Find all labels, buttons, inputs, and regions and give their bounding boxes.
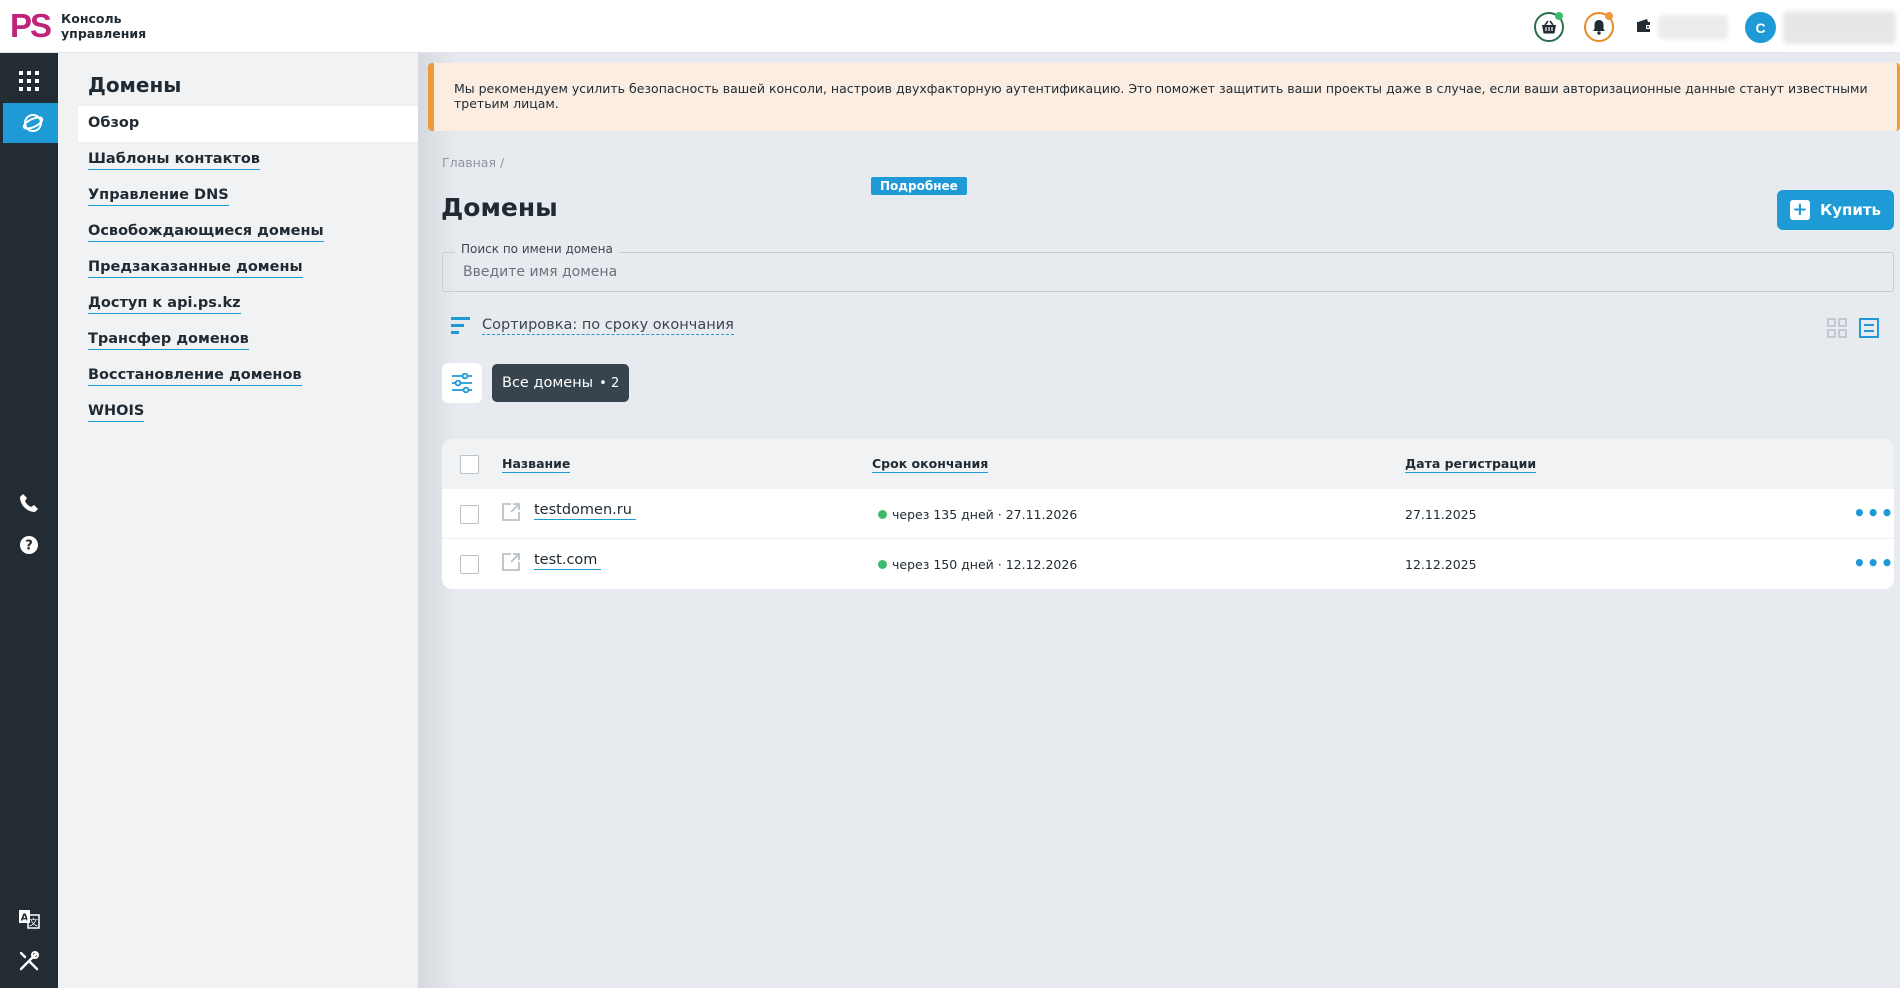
buy-button-label: Купить xyxy=(1819,201,1882,219)
left-rail: ? A文 xyxy=(0,53,62,988)
tools-icon[interactable] xyxy=(0,941,58,981)
expiry-text: через 150 дней · 12.12.2026 xyxy=(892,557,1078,572)
sort-icon xyxy=(451,317,470,334)
grid-view-icon[interactable] xyxy=(1827,318,1847,338)
svg-text:?: ? xyxy=(25,539,33,554)
more-icon[interactable]: ••• xyxy=(1853,551,1894,575)
sidebar-item-contact-templates[interactable]: Шаблоны контактов xyxy=(78,142,418,178)
sort-label: Сортировка: по сроку окончания xyxy=(482,317,734,335)
sidebar-item-label: Доступ к api.ps.kz xyxy=(88,295,241,314)
filter-chip-label: Все домены xyxy=(502,375,594,391)
domain-name-link[interactable]: test.com xyxy=(534,552,602,570)
apps-grid-icon[interactable] xyxy=(0,61,58,101)
account-name-blurred[interactable] xyxy=(1783,11,1896,44)
logo-text-line1: Консоль xyxy=(61,11,122,26)
sidebar-item-restore[interactable]: Восстановление доменов xyxy=(78,358,418,394)
external-link-icon[interactable] xyxy=(501,502,521,522)
buy-button[interactable]: + Купить xyxy=(1777,190,1894,230)
top-bar: PS Консоль управления С xyxy=(0,0,1900,53)
balance-blurred xyxy=(1658,15,1728,39)
sidebar-item-label: Освобождающиеся домены xyxy=(88,223,324,242)
row-checkbox[interactable] xyxy=(460,555,479,574)
expiry-text: через 135 дней · 27.11.2026 xyxy=(892,507,1078,522)
list-view-icon[interactable] xyxy=(1859,318,1879,338)
filter-chip-all-domains[interactable]: Все домены • 2 xyxy=(492,364,630,402)
sort-control[interactable]: Сортировка: по сроку окончания xyxy=(451,317,734,335)
expiry-cell: через 135 дней · 27.11.2026 xyxy=(878,507,1077,522)
search-field: Поиск по имени домена xyxy=(442,242,1894,292)
sidebar-menu: Обзор Шаблоны контактов Управление DNS О… xyxy=(78,106,418,430)
select-all-checkbox[interactable] xyxy=(460,455,479,474)
sidebar-item-label: Трансфер доменов xyxy=(88,331,249,350)
sidebar-item-expiring-domains[interactable]: Освобождающиеся домены xyxy=(78,214,418,250)
plus-icon: + xyxy=(1789,200,1810,220)
alert-text: Мы рекомендуем усилить безопасность ваше… xyxy=(454,81,1868,111)
sidebar-item-overview[interactable]: Обзор xyxy=(78,106,418,142)
column-registration-header[interactable]: Дата регистрации xyxy=(1405,456,1537,473)
svg-text:文: 文 xyxy=(29,917,38,929)
help-icon[interactable]: ? xyxy=(0,525,58,565)
sidebar-item-transfer[interactable]: Трансфер доменов xyxy=(78,322,418,358)
sidebar-item-label: Предзаказанные домены xyxy=(88,259,303,278)
domains-globe-icon[interactable] xyxy=(3,103,62,143)
status-ok-dot xyxy=(878,560,887,569)
sidebar-title: Домены xyxy=(88,73,182,97)
registration-date: 12.12.2025 xyxy=(1405,557,1477,572)
sidebar-item-label: Восстановление доменов xyxy=(88,367,302,386)
domain-name-link[interactable]: testdomen.ru xyxy=(534,502,636,520)
bell-icon[interactable] xyxy=(1584,12,1614,42)
filter-icon xyxy=(452,373,472,393)
section-sidebar: Домены Обзор Шаблоны контактов Управлени… xyxy=(58,53,418,988)
sidebar-item-whois[interactable]: WHOIS xyxy=(78,394,418,430)
logo-mark: PS xyxy=(10,7,52,44)
search-input[interactable] xyxy=(443,253,1893,291)
logo-text-line2: управления xyxy=(61,26,147,41)
wallet-icon[interactable] xyxy=(1635,18,1653,33)
sidebar-item-label: Управление DNS xyxy=(88,187,229,206)
page-title: Домены xyxy=(441,193,558,222)
sidebar-item-api-access[interactable]: Доступ к api.ps.kz xyxy=(78,286,418,322)
column-name-header[interactable]: Название xyxy=(502,456,571,473)
more-icon[interactable]: ••• xyxy=(1853,501,1894,525)
sidebar-item-dns[interactable]: Управление DNS xyxy=(78,178,418,214)
sidebar-item-label: Шаблоны контактов xyxy=(88,151,260,170)
expiry-cell: через 150 дней · 12.12.2026 xyxy=(878,557,1077,572)
basket-icon[interactable] xyxy=(1534,12,1564,42)
registration-date: 27.11.2025 xyxy=(1405,507,1477,522)
search-label: Поиск по имени домена xyxy=(455,242,619,256)
avatar[interactable]: С xyxy=(1745,12,1776,43)
domains-table: Название Срок окончания Дата регистрации… xyxy=(442,439,1894,589)
status-ok-dot xyxy=(878,510,887,519)
basket-status-dot xyxy=(1555,12,1563,20)
table-header: Название Срок окончания Дата регистрации xyxy=(442,439,1894,489)
sidebar-item-label: WHOIS xyxy=(88,403,145,422)
table-row: testdomen.ru через 135 дней · 27.11.2026… xyxy=(442,489,1894,539)
main-content: Мы рекомендуем усилить безопасность ваше… xyxy=(418,53,1900,988)
translate-icon[interactable]: A文 xyxy=(0,899,58,939)
bell-status-dot xyxy=(1605,12,1613,20)
filter-chip-count: • 2 xyxy=(599,375,620,391)
security-alert: Мы рекомендуем усилить безопасность ваше… xyxy=(428,63,1900,131)
phone-icon[interactable] xyxy=(0,483,58,523)
column-expiry-header[interactable]: Срок окончания xyxy=(872,456,989,473)
sidebar-item-preordered-domains[interactable]: Предзаказанные домены xyxy=(78,250,418,286)
breadcrumb[interactable]: Главная / xyxy=(442,155,504,170)
table-row: test.com через 150 дней · 12.12.2026 12.… xyxy=(442,539,1894,589)
logo[interactable]: PS Консоль управления xyxy=(10,9,146,43)
row-checkbox[interactable] xyxy=(460,505,479,524)
filter-button[interactable] xyxy=(442,363,482,403)
external-link-icon[interactable] xyxy=(501,552,521,572)
alert-more-button[interactable]: Подробнее xyxy=(871,177,967,195)
logo-text: Консоль управления xyxy=(61,11,146,41)
sidebar-item-label: Обзор xyxy=(88,115,140,131)
